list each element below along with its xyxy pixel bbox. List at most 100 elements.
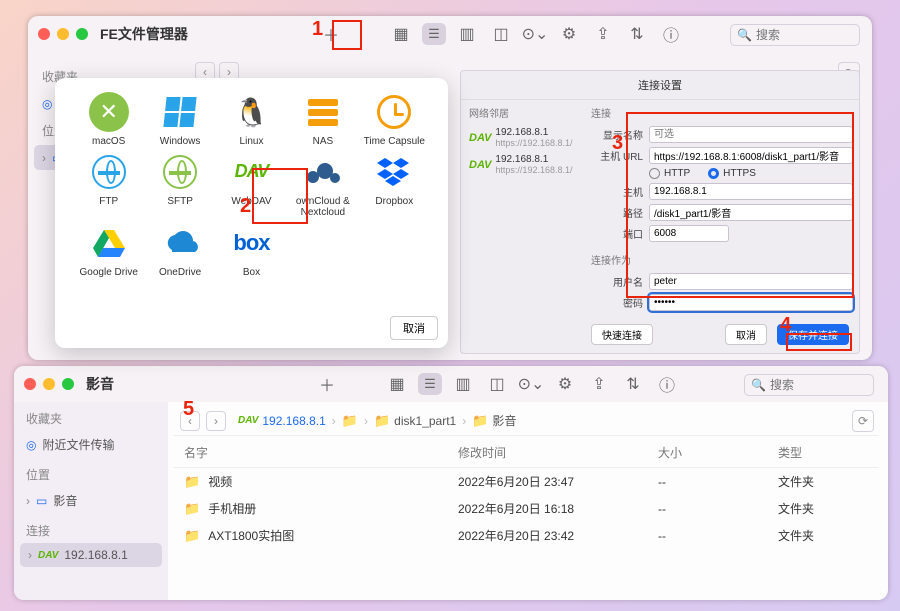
linux-icon: 🐧	[231, 92, 271, 132]
panel-title: 连接设置	[461, 71, 859, 99]
col-kind[interactable]: 类型	[778, 444, 868, 461]
list-view-icon[interactable]: ☰	[422, 23, 446, 45]
popover-cancel-button[interactable]: 取消	[390, 316, 438, 340]
columns-view-icon[interactable]: ▥	[454, 22, 480, 46]
nav-fwd-button[interactable]: ›	[206, 411, 226, 431]
toolbar: ＋ ▦ ☰ ▥ ◫ ⊙⌄ ⚙ ⇪ ⇅ ⓘ	[314, 372, 680, 396]
table-row[interactable]: 📁视频 2022年6月20日 23:47 -- 文件夹	[174, 468, 878, 495]
webdav-icon: DAV	[238, 415, 258, 426]
close-icon[interactable]	[24, 378, 36, 390]
conn-nas[interactable]: NAS	[287, 92, 358, 148]
conn-linux[interactable]: 🐧Linux	[216, 92, 287, 148]
table-row[interactable]: 📁手机相册 2022年6月20日 16:18 -- 文件夹	[174, 495, 878, 522]
info-icon[interactable]: ⓘ	[654, 372, 680, 396]
windows-icon	[164, 97, 197, 127]
onedrive-icon	[160, 223, 200, 263]
sidebar: 收藏夹 ◎附近文件传输 位置 ›▭影音 连接 ›DAV192.168.8.1	[14, 402, 168, 600]
search-field[interactable]: 🔍	[730, 24, 860, 46]
path-bar: ‹ › DAV192.168.8.1 › 📁 › 📁disk1_part1 › …	[174, 406, 878, 436]
split-view-icon[interactable]: ◫	[484, 372, 510, 396]
conn-onedrive[interactable]: OneDrive	[144, 223, 215, 279]
owncloud-icon	[303, 152, 343, 192]
sftp-icon	[163, 155, 197, 189]
conn-sftp[interactable]: SFTP	[144, 152, 215, 219]
chevron-right-icon: ›	[364, 414, 368, 428]
conn-ftp[interactable]: FTP	[73, 152, 144, 219]
neighbor-item[interactable]: DAV 192.168.8.1https://192.168.8.1/	[467, 124, 583, 151]
minimize-icon[interactable]	[57, 28, 69, 40]
app-title: FE文件管理器	[100, 24, 188, 44]
step-4-box	[786, 333, 852, 351]
list-view-icon[interactable]: ☰	[418, 373, 442, 395]
share-icon[interactable]: ⇪	[586, 372, 612, 396]
col-name[interactable]: 名字	[184, 444, 458, 461]
table-row[interactable]: 📁AXT1800实拍图 2022年6月20日 23:42 -- 文件夹	[174, 522, 878, 549]
sec-neighbor: 网络邻居	[469, 105, 581, 120]
search-field[interactable]: 🔍	[744, 374, 874, 396]
sidebar-sec-loc: 位置	[14, 458, 168, 487]
step-2-label: 2	[240, 195, 251, 218]
crumb-root[interactable]: DAV192.168.8.1	[238, 414, 326, 428]
share-icon[interactable]: ⇪	[590, 22, 616, 46]
conn-macos[interactable]: ✕macOS	[73, 92, 144, 148]
sidebar-item-connection[interactable]: ›DAV192.168.8.1	[20, 543, 162, 567]
toolbar: ＋ ▦ ☰ ▥ ◫ ⊙⌄ ⚙ ⇪ ⇅ ⓘ	[318, 22, 684, 46]
info-icon[interactable]: ⓘ	[658, 22, 684, 46]
more-menu-icon[interactable]: ⊙⌄	[518, 372, 544, 396]
webdav-icon: DAV	[38, 550, 58, 561]
more-menu-icon[interactable]: ⊙⌄	[522, 22, 548, 46]
split-view-icon[interactable]: ◫	[488, 22, 514, 46]
nas-icon	[308, 99, 338, 126]
col-size[interactable]: 大小	[658, 444, 778, 461]
folder-icon: 📁	[184, 501, 200, 517]
close-icon[interactable]	[38, 28, 50, 40]
window-controls	[24, 378, 74, 390]
conn-gdrive[interactable]: Google Drive	[73, 223, 144, 279]
sidebar-sec-conn: 连接	[14, 514, 168, 543]
add-button[interactable]: ＋	[314, 372, 340, 396]
conn-windows[interactable]: Windows	[144, 92, 215, 148]
step-3-box	[626, 112, 854, 298]
folder-icon: 📁	[374, 413, 390, 429]
conn-dropbox[interactable]: Dropbox	[359, 152, 430, 219]
webdav-icon: DAV	[469, 159, 491, 171]
dropbox-icon	[374, 152, 414, 192]
grid-view-icon[interactable]: ▦	[388, 22, 414, 46]
panel-cancel-button[interactable]: 取消	[725, 324, 767, 345]
folder-icon: 📁	[184, 528, 200, 544]
crumb-folder[interactable]: 📁影音	[472, 412, 516, 429]
neighbor-item[interactable]: DAV 192.168.8.1https://192.168.8.1/	[467, 151, 583, 178]
window-controls	[38, 28, 88, 40]
grid-view-icon[interactable]: ▦	[384, 372, 410, 396]
sort-icon[interactable]: ⇅	[624, 22, 650, 46]
step-3-label: 3	[612, 132, 623, 155]
file-table: 名字 修改时间 大小 类型 📁视频 2022年6月20日 23:47 -- 文件…	[174, 438, 878, 549]
sidebar-sec-fav: 收藏夹	[14, 402, 168, 431]
fullscreen-icon[interactable]	[76, 28, 88, 40]
fullscreen-icon[interactable]	[62, 378, 74, 390]
conn-timecapsule[interactable]: Time Capsule	[359, 92, 430, 148]
chevron-right-icon: ›	[42, 151, 46, 165]
quick-connect-button[interactable]: 快速连接	[591, 324, 653, 345]
settings-icon[interactable]: ⚙	[552, 372, 578, 396]
gdrive-icon	[89, 223, 129, 263]
col-mtime[interactable]: 修改时间	[458, 444, 658, 461]
search-icon: 🔍	[751, 378, 766, 392]
step-1-box	[332, 20, 362, 50]
sort-icon[interactable]: ⇅	[620, 372, 646, 396]
columns-view-icon[interactable]: ▥	[450, 372, 476, 396]
table-header: 名字 修改时间 大小 类型	[174, 438, 878, 468]
search-input[interactable]	[756, 28, 859, 42]
refresh-button[interactable]: ⟳	[852, 410, 874, 432]
conn-box[interactable]: boxBox	[216, 223, 287, 279]
minimize-icon[interactable]	[43, 378, 55, 390]
step-2-box	[252, 168, 308, 224]
chevron-right-icon: ›	[26, 494, 30, 508]
settings-icon[interactable]: ⚙	[556, 22, 582, 46]
folder-icon: 📁	[342, 413, 358, 429]
sidebar-item-video[interactable]: ›▭影音	[14, 487, 168, 514]
window-title: 影音	[86, 374, 114, 394]
crumb-disk[interactable]: 📁disk1_part1	[374, 413, 456, 429]
search-input[interactable]	[770, 378, 873, 392]
sidebar-item-airdrop[interactable]: ◎附近文件传输	[14, 431, 168, 458]
